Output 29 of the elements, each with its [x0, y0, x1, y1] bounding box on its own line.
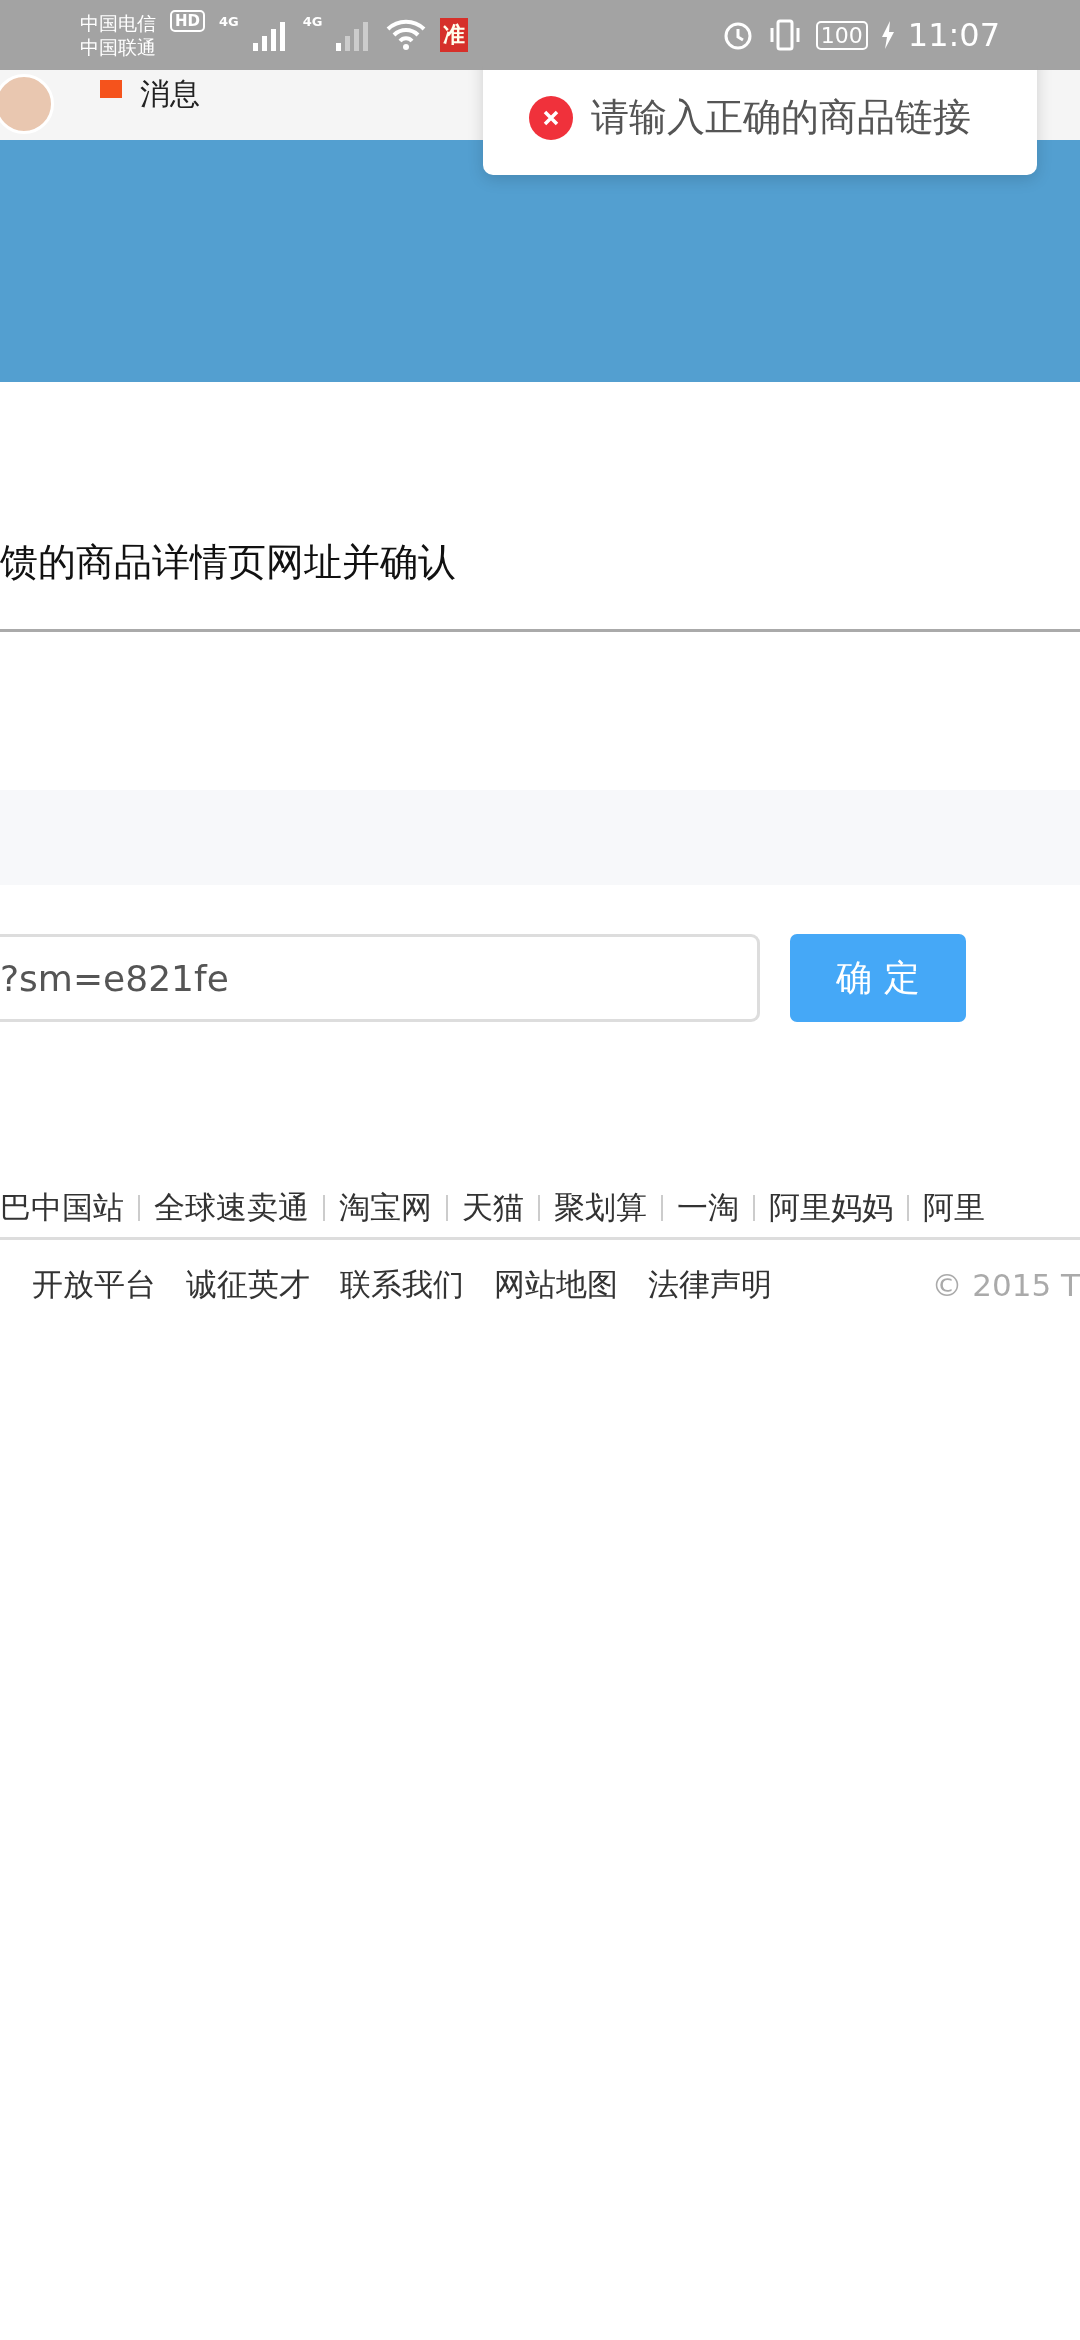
clock-time: 11:07: [907, 16, 1000, 54]
footer-link[interactable]: 开放平台: [32, 1264, 156, 1306]
footer-link[interactable]: 法律声明: [648, 1264, 772, 1306]
wifi-icon: [386, 19, 427, 51]
footer-link[interactable]: 阿里妈妈: [769, 1187, 893, 1229]
error-icon: [529, 95, 573, 140]
instruction-text: 馈的商品详情页网址并确认: [0, 540, 456, 584]
footer-link[interactable]: 巴中国站: [0, 1187, 124, 1229]
footer-link[interactable]: 联系我们: [340, 1264, 464, 1306]
carrier-label: 中国电信: [80, 11, 156, 35]
battery-level: 100: [815, 20, 868, 50]
footer-link[interactable]: 淘宝网: [339, 1187, 432, 1229]
footer-link[interactable]: 聚划算: [554, 1187, 647, 1229]
footer-link[interactable]: 全球速卖通: [154, 1187, 309, 1229]
link-input-field[interactable]: ?sm=e821fe: [0, 934, 760, 1022]
app-badge: 准: [440, 18, 469, 52]
hd-label: HD: [170, 10, 205, 32]
footer-link[interactable]: 网站地图: [494, 1264, 618, 1306]
footer-link[interactable]: 一淘: [677, 1187, 739, 1229]
carrier-label: 中国联通: [80, 35, 156, 59]
toast-message: 请输入正确的商品链接: [591, 94, 971, 141]
avatar[interactable]: [0, 74, 54, 134]
footer-link[interactable]: 阿里: [923, 1187, 985, 1229]
network-label: 4G: [302, 14, 323, 29]
footer-link[interactable]: 诚征英才: [186, 1264, 310, 1306]
footer-link[interactable]: 天猫: [462, 1187, 524, 1229]
network-label: 4G: [219, 14, 239, 29]
copyright-text: © 2015 T: [931, 1267, 1080, 1303]
charging-icon: [881, 21, 894, 49]
